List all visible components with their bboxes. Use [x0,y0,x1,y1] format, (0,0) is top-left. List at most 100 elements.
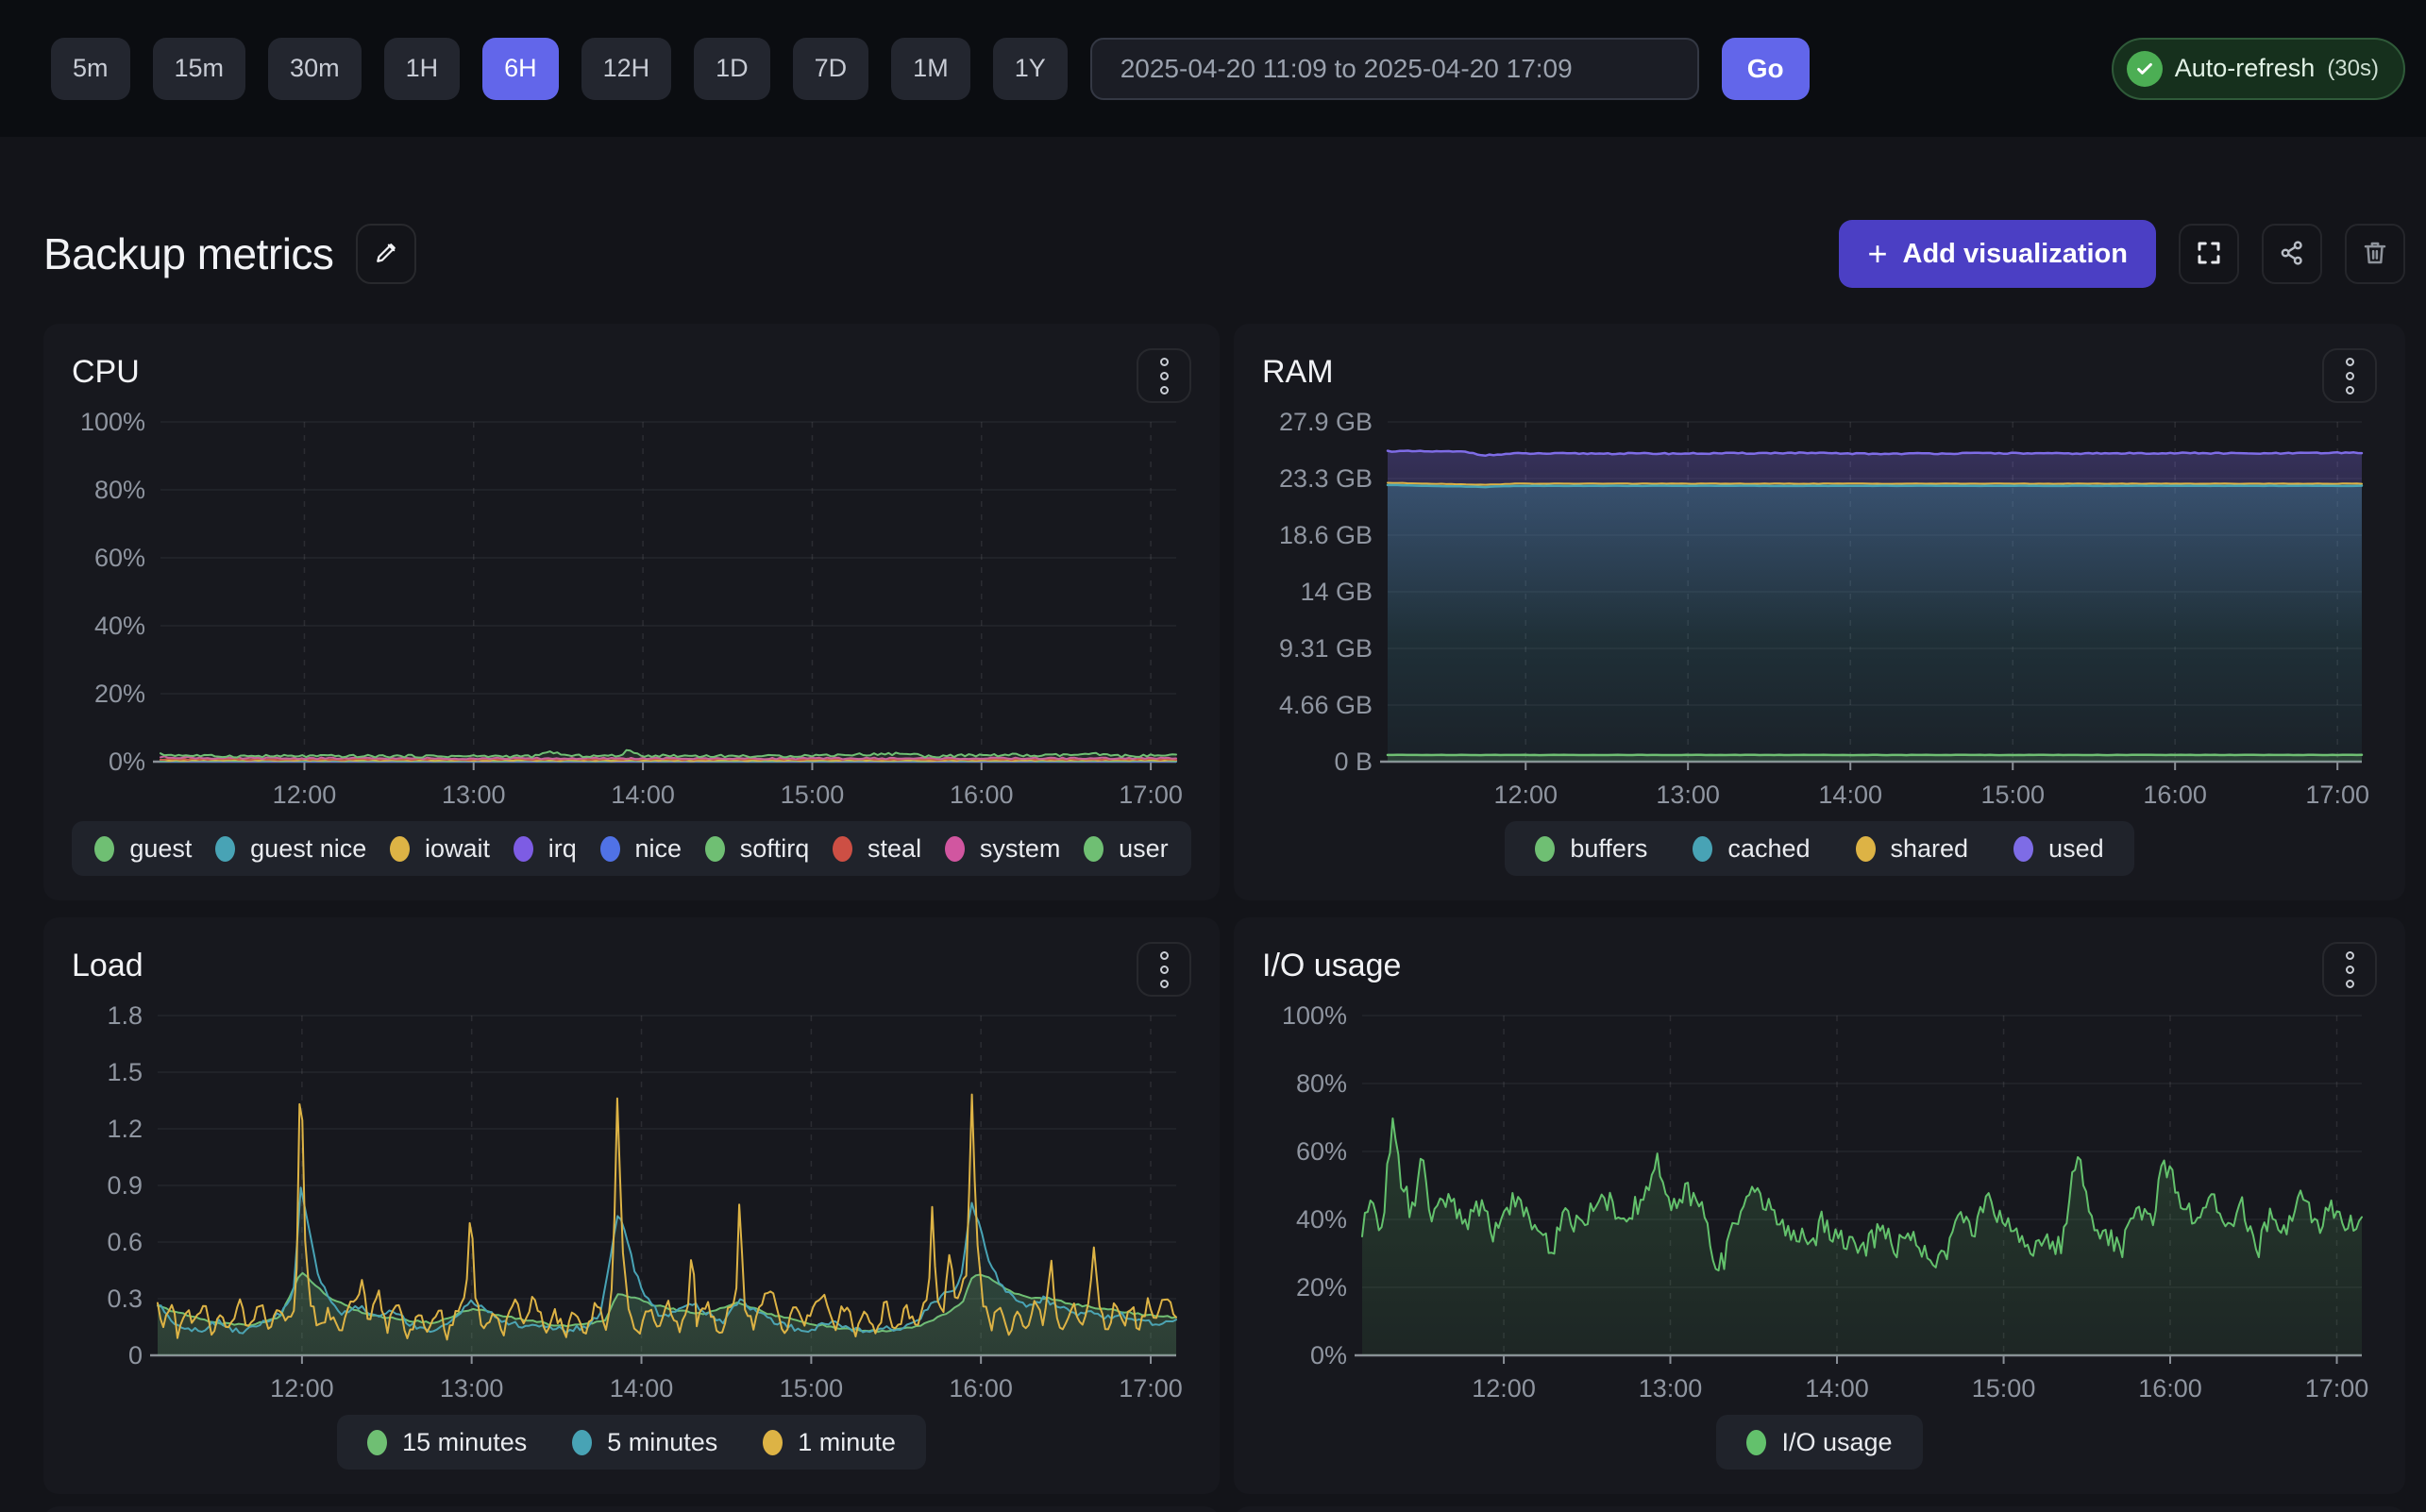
panel-io: I/O usage 0%20%40%60%80%100%12:0013:0014… [1234,917,2405,1494]
legend-dot [600,836,620,862]
panel-menu-button[interactable] [2322,942,2377,997]
range-button-1d[interactable]: 1D [694,38,770,100]
legend-item-guest-nice[interactable]: guest nice [215,834,366,864]
legend-label: I/O usage [1781,1428,1892,1457]
legend-item-i-o-usage[interactable]: I/O usage [1746,1428,1892,1457]
panels-grid: CPU 0%20%40%60%80%100%12:0013:0014:0015:… [43,324,2405,1494]
legend-item-1-minute[interactable]: 1 minute [763,1428,896,1457]
panel-title-io: I/O usage [1262,942,1401,984]
time-range-value: 2025-04-20 11:09 to 2025-04-20 17:09 [1120,54,1573,84]
panel-partial [43,1506,1220,1512]
svg-text:13:00: 13:00 [1656,781,1720,809]
add-visualization-label: Add visualization [1903,239,2128,270]
legend: buffers cached shared used [1505,821,2133,876]
edit-title-button[interactable] [356,224,416,284]
legend-dot [514,836,533,862]
svg-text:20%: 20% [1296,1273,1347,1302]
range-button-12h[interactable]: 12H [581,38,672,100]
legend-label: irq [548,834,577,864]
svg-text:17:00: 17:00 [2305,1374,2369,1403]
legend-label: shared [1891,834,1969,864]
plus-icon: + [1867,237,1887,271]
kebab-icon [1160,358,1169,366]
auto-refresh-toggle[interactable]: Auto-refresh (30s) [2112,38,2405,100]
svg-text:100%: 100% [1282,1002,1347,1030]
topbar: 5m 15m 30m 1H 6H 12H 1D 7D 1M 1Y 2025-04-20 11:09… [0,0,2426,137]
chart-cpu[interactable]: 0%20%40%60%80%100%12:0013:0014:0015:0016… [72,409,1191,815]
share-icon [2278,239,2306,270]
range-button-1m[interactable]: 1M [891,38,970,100]
dashboard-header: Backup metrics + Add visualization [43,218,2405,290]
legend-dot [1746,1430,1766,1455]
svg-text:12:00: 12:00 [273,781,337,809]
legend-item-irq[interactable]: irq [514,834,577,864]
svg-text:0.3: 0.3 [107,1285,143,1313]
chart-ram[interactable]: 0 B4.66 GB9.31 GB14 GB18.6 GB23.3 GB27.9… [1262,409,2377,815]
legend-dot [1693,836,1712,862]
range-button-6h[interactable]: 6H [482,38,559,100]
legend-item-softirq[interactable]: softirq [705,834,810,864]
panel-menu-button[interactable] [1137,942,1191,997]
legend: guest guest nice iowait irqnice softirq steal… [72,821,1191,876]
range-button-30m[interactable]: 30m [268,38,362,100]
legend-dot [94,836,114,862]
svg-text:16:00: 16:00 [949,1374,1013,1403]
legend-label: cached [1727,834,1810,864]
legend-item-shared[interactable]: shared [1856,834,1969,864]
svg-text:17:00: 17:00 [2305,781,2369,809]
fullscreen-button[interactable] [2179,224,2239,284]
panel-menu-button[interactable] [2322,348,2377,403]
svg-text:1.8: 1.8 [107,1002,143,1030]
range-button-15m[interactable]: 15m [153,38,246,100]
page-title: Backup metrics [43,228,333,279]
delete-dashboard-button[interactable] [2345,224,2405,284]
legend-item-iowait[interactable]: iowait [390,834,490,864]
range-button-1y[interactable]: 1Y [993,38,1068,100]
legend-item-guest[interactable]: guest [94,834,192,864]
go-button[interactable]: Go [1722,38,1810,100]
legend: I/O usage [1716,1415,1922,1470]
chart-load[interactable]: 00.30.60.91.21.51.812:0013:0014:0015:001… [72,1002,1191,1408]
svg-text:12:00: 12:00 [1472,1374,1536,1403]
svg-text:60%: 60% [1296,1137,1347,1166]
panel-partial [1234,1506,2405,1512]
panel-ram: RAM 0 B4.66 GB9.31 GB14 GB18.6 GB23.3 GB… [1234,324,2405,900]
legend-item-15-minutes[interactable]: 15 minutes [367,1428,527,1457]
legend-item-cached[interactable]: cached [1693,834,1810,864]
range-button-5m[interactable]: 5m [51,38,130,100]
svg-text:40%: 40% [1296,1205,1347,1234]
fullscreen-icon [2195,239,2223,270]
legend-item-nice[interactable]: nice [600,834,682,864]
auto-refresh-interval: (30s) [2327,56,2379,82]
time-range-input[interactable]: 2025-04-20 11:09 to 2025-04-20 17:09 [1090,38,1699,100]
svg-text:0 B: 0 B [1334,748,1373,776]
auto-refresh-label: Auto-refresh [2175,54,2316,83]
legend-item-steal[interactable]: steal [833,834,921,864]
svg-text:13:00: 13:00 [440,1374,504,1403]
legend-dot [367,1430,387,1455]
legend-label: 5 minutes [607,1428,717,1457]
svg-text:0.9: 0.9 [107,1171,143,1200]
svg-text:17:00: 17:00 [1119,1374,1183,1403]
add-visualization-button[interactable]: + Add visualization [1839,220,2156,288]
share-button[interactable] [2262,224,2322,284]
range-button-1h[interactable]: 1H [384,38,461,100]
legend-dot [833,836,852,862]
panel-menu-button[interactable] [1137,348,1191,403]
panel-title-load: Load [72,942,143,984]
legend-dot [2013,836,2033,862]
legend-label: system [980,834,1061,864]
svg-text:80%: 80% [94,476,145,504]
svg-text:0%: 0% [109,748,145,776]
svg-text:18.6 GB: 18.6 GB [1279,521,1373,549]
legend-item-used[interactable]: used [2013,834,2104,864]
svg-text:14:00: 14:00 [1805,1374,1869,1403]
legend-item-user[interactable]: user [1084,834,1169,864]
legend-item-system[interactable]: system [945,834,1061,864]
range-button-7d[interactable]: 7D [793,38,869,100]
svg-text:60%: 60% [94,544,145,572]
svg-text:15:00: 15:00 [1972,1374,2036,1403]
legend-item-5-minutes[interactable]: 5 minutes [572,1428,717,1457]
chart-io[interactable]: 0%20%40%60%80%100%12:0013:0014:0015:0016… [1262,1002,2377,1408]
legend-item-buffers[interactable]: buffers [1535,834,1647,864]
